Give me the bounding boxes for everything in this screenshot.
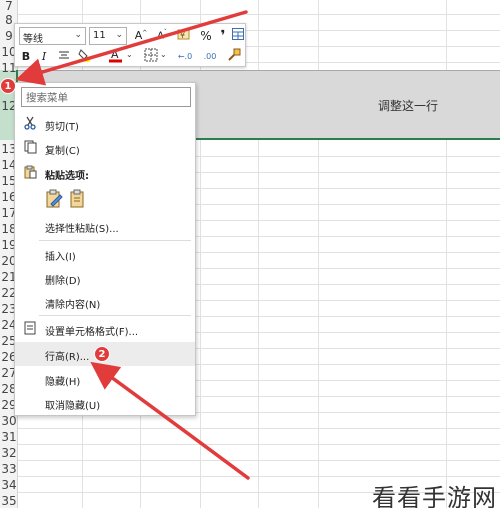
- step-number: 2: [98, 348, 106, 360]
- menu-item-clear-contents[interactable]: 清除内容(N): [15, 290, 195, 314]
- row-number[interactable]: 7: [0, 0, 18, 13]
- chevron-down-icon: ⌄: [74, 30, 82, 40]
- menu-item-label: 选择性粘贴(S)...: [45, 224, 119, 235]
- menu-item-label: 剪切(T): [45, 122, 79, 133]
- align-center-icon: [58, 50, 70, 64]
- table-icon: [232, 28, 244, 43]
- increase-decimal-icon: ←.0: [177, 51, 193, 61]
- menu-item-label: 隐藏(H): [45, 377, 81, 388]
- menu-item-copy[interactable]: 复制(C): [15, 136, 195, 160]
- menu-item-label: 设置单元格格式(F)...: [45, 327, 139, 338]
- bold-icon: B: [21, 50, 31, 63]
- menu-item-label: 清除内容(N): [45, 300, 101, 311]
- menu-separator: [39, 240, 191, 241]
- paste-icon-button[interactable]: [45, 189, 63, 212]
- borders-icon: ⌄: [144, 48, 170, 65]
- paste-options-row: [15, 187, 195, 213]
- menu-item-label: 取消隐藏(U): [45, 401, 101, 412]
- menu-item-hide[interactable]: 隐藏(H): [15, 367, 195, 391]
- decrease-font-size-button[interactable]: Aˇ: [152, 27, 172, 44]
- row-number[interactable]: 32: [0, 446, 18, 460]
- svg-text:⌄: ⌄: [92, 50, 99, 59]
- align-center-button[interactable]: [55, 48, 73, 65]
- menu-item-label: 插入(I): [45, 252, 76, 263]
- decrease-font-icon: Aˇ: [157, 29, 167, 42]
- menu-search-input[interactable]: 搜索菜单: [21, 87, 191, 107]
- row-number[interactable]: 30: [0, 414, 18, 428]
- site-watermark: 看看手游网: [372, 484, 497, 508]
- number-format-button[interactable]: ¥: [173, 27, 195, 44]
- format-painter-icon: [227, 48, 241, 65]
- step-badge-2: 2: [94, 346, 110, 362]
- menu-item-label: 删除(D): [45, 276, 81, 287]
- svg-text:¥: ¥: [180, 31, 185, 40]
- menu-item-label: 复制(C): [45, 146, 80, 157]
- row-gridline: [18, 460, 500, 461]
- menu-item-format-cells[interactable]: 设置单元格格式(F)...: [15, 317, 195, 341]
- font-name-select[interactable]: 等线 ⌄: [19, 27, 86, 45]
- row-number[interactable]: 35: [0, 494, 18, 508]
- decrease-decimal-icon: .00: [203, 52, 217, 61]
- row-number[interactable]: 31: [0, 430, 18, 444]
- menu-item-insert[interactable]: 插入(I): [15, 242, 195, 266]
- comma-style-button[interactable]: ❜: [216, 27, 230, 44]
- chevron-down-icon: ⌄: [115, 30, 123, 40]
- row-gridline: [18, 444, 500, 445]
- row-gridline: [18, 428, 500, 429]
- menu-item-cut[interactable]: 剪切(T): [15, 112, 195, 136]
- increase-font-size-button[interactable]: A^: [131, 27, 151, 44]
- font-name-value: 等线: [23, 34, 43, 45]
- font-color-icon: A ⌄: [109, 48, 139, 66]
- svg-text:⌄: ⌄: [126, 50, 133, 59]
- clipboard-icon: [23, 164, 37, 180]
- menu-separator: [39, 315, 191, 316]
- menu-item-paste-options: 粘贴选项:: [15, 161, 195, 185]
- menu-search-placeholder: 搜索菜单: [26, 92, 68, 104]
- increase-font-icon: A^: [134, 29, 148, 42]
- decrease-decimal-button[interactable]: .00: [199, 48, 221, 65]
- copy-icon: [23, 139, 37, 155]
- font-color-button[interactable]: A ⌄: [107, 48, 141, 65]
- menu-item-label: 粘贴选项:: [45, 171, 89, 182]
- menu-item-unhide[interactable]: 取消隐藏(U): [15, 391, 195, 415]
- increase-decimal-button[interactable]: ←.0: [175, 48, 195, 65]
- selected-row-cell-text: 调整这一行: [378, 99, 439, 113]
- table-format-button[interactable]: [231, 27, 245, 44]
- menu-item-paste-special[interactable]: 选择性粘贴(S)...: [15, 214, 195, 238]
- row-number[interactable]: 33: [0, 462, 18, 476]
- italic-button[interactable]: I: [37, 48, 51, 65]
- svg-text:A: A: [111, 48, 119, 61]
- fill-color-button[interactable]: ⌄: [75, 48, 103, 65]
- italic-icon: I: [41, 50, 47, 63]
- font-size-value: 11: [93, 30, 106, 41]
- row-gridline: [18, 14, 500, 15]
- row-number[interactable]: 34: [0, 478, 18, 492]
- svg-text:⌄: ⌄: [160, 50, 167, 59]
- fill-color-icon: ⌄: [78, 48, 100, 65]
- accounting-format-icon: ¥: [177, 28, 191, 44]
- scissors-icon: [23, 115, 37, 131]
- context-menu: 搜索菜单 剪切(T) 复制(C) 粘贴选项: 选择性粘贴(S)... 插入(I): [14, 82, 196, 416]
- bold-button[interactable]: B: [19, 48, 33, 65]
- font-size-select[interactable]: 11 ⌄: [89, 27, 127, 45]
- menu-item-delete[interactable]: 删除(D): [15, 266, 195, 290]
- row-gridline: [18, 476, 500, 477]
- borders-button[interactable]: ⌄: [143, 48, 171, 65]
- percent-style-button[interactable]: %: [198, 27, 214, 44]
- mini-toolbar: 等线 ⌄ 11 ⌄ A^ Aˇ ¥ % ❜ B I ⌄ A ⌄ ⌄ ←.0 .0…: [14, 23, 246, 67]
- step-badge-1: 1: [0, 78, 16, 94]
- menu-item-label: 行高(R)...: [45, 352, 90, 363]
- format-painter-button[interactable]: [225, 48, 243, 65]
- comma-icon: ❜: [220, 27, 226, 44]
- step-number: 1: [4, 80, 12, 92]
- percent-icon: %: [200, 28, 212, 43]
- paste-values-icon-button[interactable]: [69, 189, 85, 212]
- format-cells-icon: [23, 320, 37, 336]
